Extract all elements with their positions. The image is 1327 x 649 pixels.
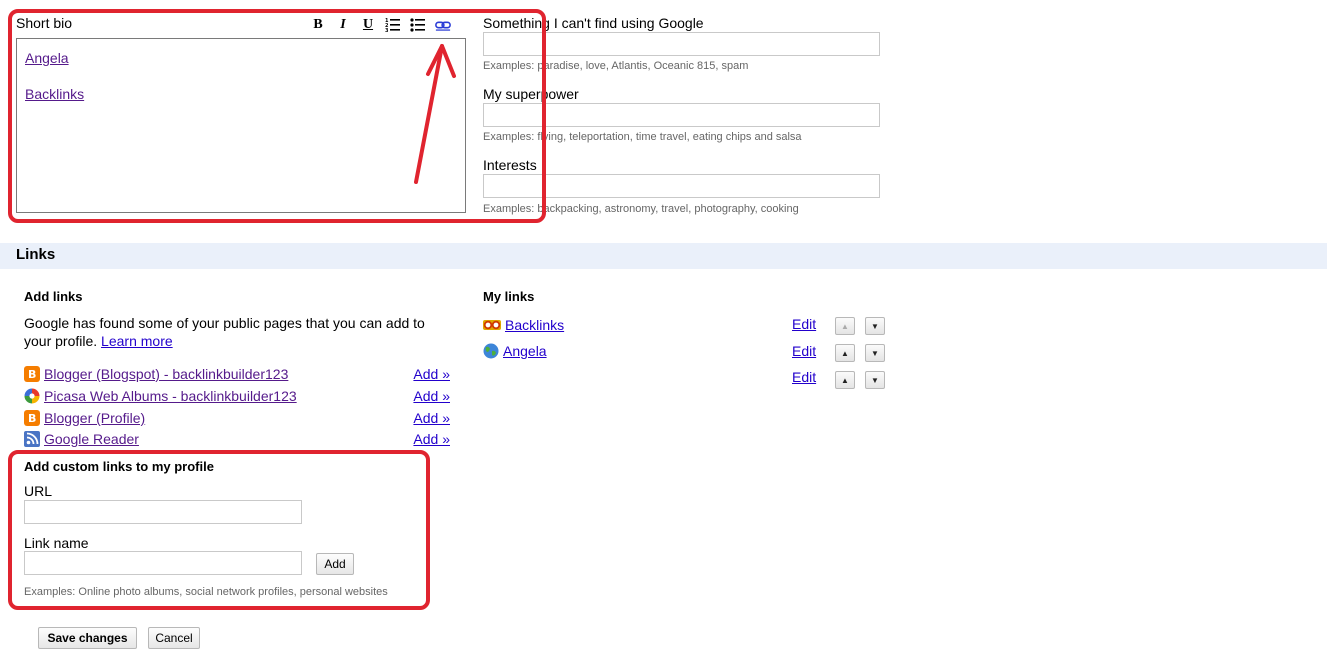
svg-text:3: 3 bbox=[385, 28, 389, 33]
service-link-google-reader[interactable]: Google Reader bbox=[44, 431, 139, 447]
move-up-button[interactable]: ▲ bbox=[835, 344, 855, 362]
service-row: Picasa Web Albums - backlinkbuilder123 A… bbox=[24, 386, 454, 406]
edit-link-button[interactable]: Edit bbox=[792, 369, 816, 385]
add-service-button[interactable]: Add » bbox=[413, 388, 450, 404]
service-row: Google Reader Add » bbox=[24, 429, 454, 449]
service-row: B Blogger (Blogspot) - backlinkbuilder12… bbox=[24, 364, 454, 384]
save-changes-button[interactable]: Save changes bbox=[38, 627, 137, 649]
my-link-row: Angela bbox=[483, 341, 547, 361]
custom-links-example: Examples: Online photo albums, social ne… bbox=[24, 586, 388, 598]
arrow-down-icon: ▼ bbox=[871, 321, 879, 331]
arrow-down-icon: ▼ bbox=[871, 348, 879, 358]
arrow-down-icon: ▼ bbox=[871, 375, 879, 385]
links-section-title: Links bbox=[16, 246, 56, 263]
cancel-button[interactable]: Cancel bbox=[148, 627, 200, 649]
link-name-label: Link name bbox=[24, 535, 89, 551]
superpower-field-input[interactable] bbox=[483, 103, 880, 127]
bullet-list-button[interactable] bbox=[410, 16, 426, 34]
google-field-example: Examples: paradise, love, Atlantis, Ocea… bbox=[483, 60, 749, 72]
bold-button[interactable]: B bbox=[310, 16, 326, 34]
interests-field-label: Interests bbox=[483, 157, 537, 173]
add-service-button[interactable]: Add » bbox=[413, 410, 450, 426]
move-down-button[interactable]: ▼ bbox=[865, 317, 885, 335]
insert-link-button[interactable] bbox=[435, 16, 451, 34]
interests-field-input[interactable] bbox=[483, 174, 880, 198]
short-bio-label: Short bio bbox=[16, 15, 73, 31]
picasa-icon bbox=[24, 388, 40, 404]
edit-link-button[interactable]: Edit bbox=[792, 316, 816, 332]
google-field-label: Something I can't find using Google bbox=[483, 15, 704, 31]
arrow-up-icon: ▲ bbox=[841, 375, 849, 385]
chain-link-icon bbox=[435, 21, 451, 31]
arrow-up-icon: ▲ bbox=[841, 348, 849, 358]
blogger-icon: B bbox=[24, 366, 40, 382]
service-link-picasa[interactable]: Picasa Web Albums - backlinkbuilder123 bbox=[44, 388, 297, 404]
link-name-input[interactable] bbox=[24, 551, 302, 575]
learn-more-link[interactable]: Learn more bbox=[101, 333, 173, 349]
reader-icon bbox=[24, 431, 40, 447]
custom-links-heading: Add custom links to my profile bbox=[24, 459, 214, 474]
edit-link-button[interactable]: Edit bbox=[792, 343, 816, 359]
numbered-list-icon: 1 2 3 bbox=[385, 18, 400, 33]
bio-link-backlinks[interactable]: Backlinks bbox=[25, 86, 84, 102]
my-links-heading: My links bbox=[483, 289, 535, 304]
service-row: B Blogger (Profile) Add » bbox=[24, 408, 454, 428]
svg-text:B: B bbox=[28, 368, 36, 381]
add-service-button[interactable]: Add » bbox=[413, 431, 450, 447]
globe-icon bbox=[483, 343, 499, 359]
add-links-description-text: Google has found some of your public pag… bbox=[24, 315, 425, 349]
move-up-button[interactable]: ▲ bbox=[835, 317, 855, 335]
my-link-row: Backlinks bbox=[483, 315, 564, 335]
glasses-icon bbox=[483, 320, 501, 330]
google-field-input[interactable] bbox=[483, 32, 880, 56]
add-custom-link-button[interactable]: Add bbox=[316, 553, 354, 575]
move-down-button[interactable]: ▼ bbox=[865, 344, 885, 362]
add-links-description: Google has found some of your public pag… bbox=[24, 314, 454, 350]
svg-text:B: B bbox=[28, 412, 36, 425]
interests-field-example: Examples: backpacking, astronomy, travel… bbox=[483, 203, 799, 215]
arrow-up-icon: ▲ bbox=[841, 321, 849, 331]
blogger-icon: B bbox=[24, 410, 40, 426]
url-input[interactable] bbox=[24, 500, 302, 524]
italic-button[interactable]: I bbox=[335, 16, 351, 34]
numbered-list-button[interactable]: 1 2 3 bbox=[385, 16, 401, 34]
url-label: URL bbox=[24, 483, 53, 499]
links-section-bar bbox=[0, 243, 1327, 269]
bio-link-angela[interactable]: Angela bbox=[25, 50, 69, 66]
bio-toolbar: B I U 1 2 3 bbox=[310, 15, 451, 35]
short-bio-editor[interactable] bbox=[16, 38, 466, 213]
add-links-heading: Add links bbox=[24, 289, 83, 304]
my-link-angela[interactable]: Angela bbox=[503, 343, 547, 359]
underline-button[interactable]: U bbox=[360, 16, 376, 34]
add-service-button[interactable]: Add » bbox=[413, 366, 450, 382]
superpower-field-label: My superpower bbox=[483, 86, 579, 102]
move-down-button[interactable]: ▼ bbox=[865, 371, 885, 389]
my-link-backlinks[interactable]: Backlinks bbox=[505, 317, 564, 333]
move-up-button[interactable]: ▲ bbox=[835, 371, 855, 389]
service-link-blogger-profile[interactable]: Blogger (Profile) bbox=[44, 410, 145, 426]
service-link-blogger-blogspot[interactable]: Blogger (Blogspot) - backlinkbuilder123 bbox=[44, 366, 288, 382]
bullet-list-icon bbox=[410, 18, 425, 32]
superpower-field-example: Examples: flying, teleportation, time tr… bbox=[483, 131, 802, 143]
